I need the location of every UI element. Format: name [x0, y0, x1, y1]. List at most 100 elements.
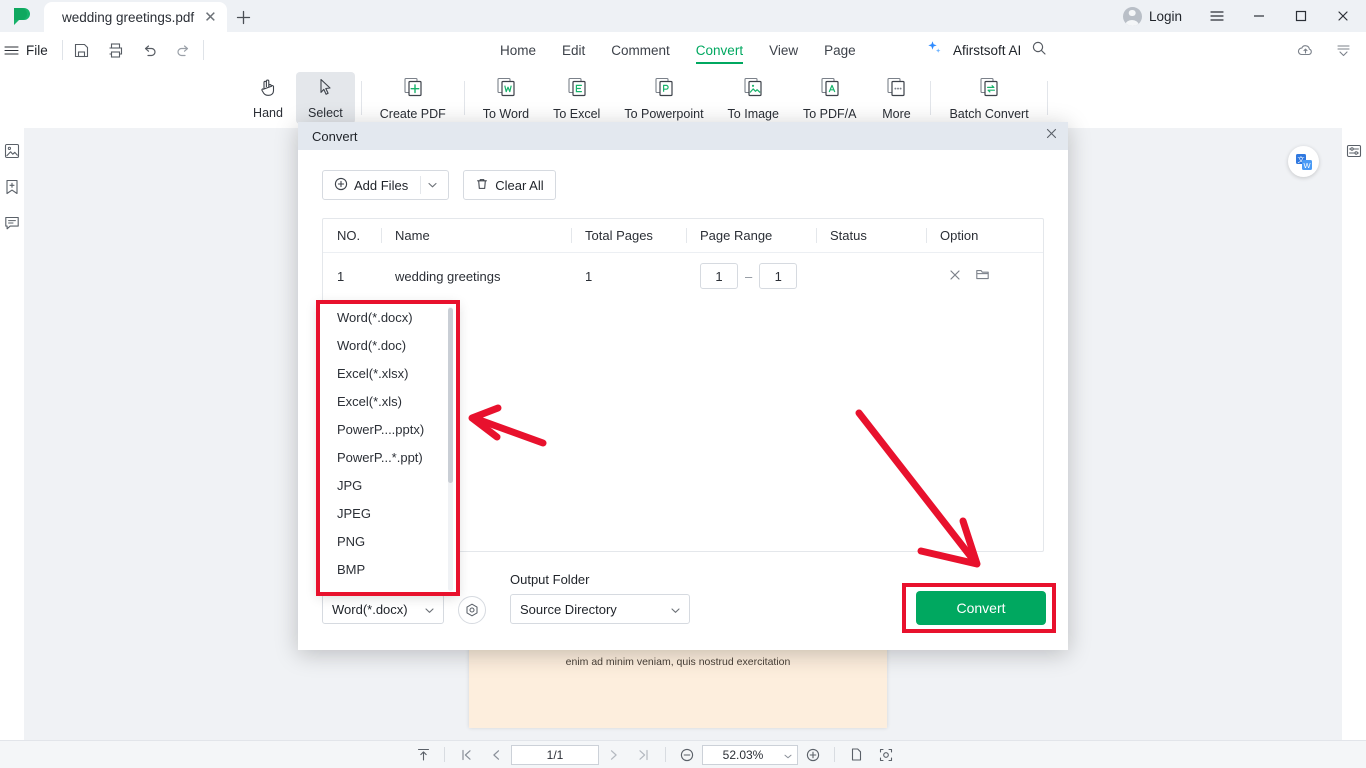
col-name: Name [381, 219, 571, 253]
chevron-down-icon[interactable] [420, 176, 437, 194]
tab-view[interactable]: View [769, 32, 798, 68]
hamburger-menu-icon[interactable] [1196, 0, 1238, 32]
tool-batch-convert[interactable]: Batch Convert [937, 72, 1040, 124]
tool-label: Create PDF [379, 107, 446, 121]
open-folder-icon[interactable] [975, 267, 990, 285]
dialog-header: Convert [298, 122, 1068, 150]
dropdown-option[interactable]: JPEG [319, 499, 457, 527]
minimize-icon[interactable] [1238, 0, 1280, 32]
file-menu-button[interactable]: File [22, 43, 60, 58]
undo-icon[interactable] [133, 35, 167, 65]
tool-label: To Powerpoint [624, 107, 704, 121]
clear-all-button[interactable]: Clear All [463, 170, 556, 200]
dropdown-option[interactable]: BMP [319, 555, 457, 583]
comment-icon[interactable] [3, 214, 21, 232]
divider [1046, 81, 1048, 115]
dropdown-option[interactable]: Word(*.docx) [319, 303, 457, 331]
format-select[interactable]: Word(*.docx) [322, 594, 444, 624]
cell-status [816, 253, 926, 299]
close-icon[interactable]: ✕ [204, 10, 217, 25]
tool-to-word[interactable]: To Word [471, 72, 541, 124]
dropdown-option[interactable]: PowerP...*.ppt) [319, 443, 457, 471]
settings-gear-icon[interactable] [458, 596, 486, 624]
table-header-row: NO. Name Total Pages Page Range Status O… [323, 219, 1043, 253]
tool-to-powerpoint[interactable]: To Powerpoint [612, 72, 715, 124]
list-menu-icon[interactable] [0, 43, 22, 58]
remove-file-icon[interactable] [948, 268, 962, 285]
plus-icon[interactable] [227, 2, 261, 32]
tool-to-excel[interactable]: To Excel [541, 72, 612, 124]
next-page-icon[interactable] [599, 742, 629, 768]
page-number-input[interactable]: 1/1 [511, 744, 599, 765]
table-row[interactable]: 1 wedding greetings 1 1 – 1 [323, 253, 1043, 299]
dropdown-option[interactable]: Excel(*.xlsx) [319, 359, 457, 387]
thumbnail-icon[interactable] [3, 142, 21, 160]
dropdown-option[interactable]: Excel(*.xls) [319, 387, 457, 415]
ai-group: Afirstsoft AI [925, 32, 1047, 68]
zoom-level-input[interactable]: 52.03% [702, 744, 798, 765]
app-window: wedding greetings.pdf ✕ Login File Home … [0, 0, 1366, 768]
output-folder-select[interactable]: Source Directory [510, 594, 690, 624]
output-folder-value: Source Directory [520, 601, 617, 617]
tab-comment[interactable]: Comment [611, 32, 670, 68]
document-tab[interactable]: wedding greetings.pdf ✕ [44, 2, 227, 32]
close-icon[interactable] [1045, 127, 1058, 145]
tool-create-pdf[interactable]: Create PDF [368, 72, 458, 124]
tool-to-pdfa[interactable]: To PDF/A [791, 72, 869, 124]
add-files-button[interactable]: Add Files [322, 170, 450, 200]
cloud-upload-icon[interactable] [1288, 35, 1322, 65]
tab-edit[interactable]: Edit [562, 32, 585, 68]
more-icon [884, 75, 908, 104]
tool-to-image[interactable]: To Image [716, 72, 791, 124]
divider [930, 81, 932, 115]
collapse-ribbon-icon[interactable] [1326, 35, 1360, 65]
page-range-to-input[interactable]: 1 [759, 263, 798, 289]
format-dropdown-list[interactable]: Word(*.docx) Word(*.doc) Excel(*.xlsx) E… [318, 302, 458, 594]
dropdown-scrollbar-thumb[interactable] [448, 308, 453, 483]
fit-page-icon[interactable] [408, 742, 438, 768]
hand-icon [257, 76, 279, 103]
properties-sliders-icon[interactable] [1345, 142, 1363, 160]
dropdown-option[interactable]: JPG [319, 471, 457, 499]
zoom-out-icon[interactable] [672, 742, 702, 768]
tool-more[interactable]: More [868, 72, 924, 124]
dropdown-option[interactable]: PNG [319, 527, 457, 555]
single-page-view-icon[interactable] [841, 742, 871, 768]
first-page-icon[interactable] [451, 742, 481, 768]
login-button[interactable]: Login [1115, 0, 1196, 32]
dropdown-option[interactable]: Word(*.doc) [319, 331, 457, 359]
redo-icon[interactable] [167, 35, 201, 65]
batch-convert-icon [977, 75, 1001, 104]
ribbon-tabs: Home Edit Comment Convert View Page [500, 32, 856, 68]
page-range-from-input[interactable]: 1 [700, 263, 738, 289]
convert-toolbar: Hand Select Create PDF To Word To Excel … [0, 68, 1366, 128]
translate-to-word-icon[interactable]: 文 W [1288, 146, 1319, 177]
bookmark-add-icon[interactable] [3, 178, 21, 196]
output-folder-label: Output Folder [510, 572, 590, 587]
svg-text:W: W [1303, 161, 1311, 170]
divider [463, 81, 465, 115]
chevron-down-icon[interactable] [784, 748, 792, 762]
close-icon[interactable] [1322, 0, 1364, 32]
to-word-icon [494, 75, 518, 104]
dialog-actions: Add Files Clear All [322, 150, 1044, 200]
tool-hand[interactable]: Hand [240, 72, 296, 124]
snapshot-icon[interactable] [871, 742, 901, 768]
dropdown-option[interactable]: PowerP....pptx) [319, 415, 457, 443]
tab-page[interactable]: Page [824, 32, 856, 68]
page-visible-text: enim ad minim veniam, quis nostrud exerc… [565, 656, 791, 668]
last-page-icon[interactable] [629, 742, 659, 768]
search-icon[interactable] [1031, 40, 1047, 61]
tab-convert[interactable]: Convert [695, 32, 744, 68]
previous-page-icon[interactable] [481, 742, 511, 768]
save-icon[interactable] [65, 35, 99, 65]
cell-page-range: 1 – 1 [686, 253, 816, 299]
tool-label: More [882, 107, 911, 121]
tool-select[interactable]: Select [296, 72, 355, 124]
maximize-icon[interactable] [1280, 0, 1322, 32]
col-option: Option [926, 219, 1041, 253]
convert-button[interactable]: Convert [916, 591, 1046, 625]
print-icon[interactable] [99, 35, 133, 65]
tab-home[interactable]: Home [500, 32, 536, 68]
zoom-in-icon[interactable] [798, 742, 828, 768]
